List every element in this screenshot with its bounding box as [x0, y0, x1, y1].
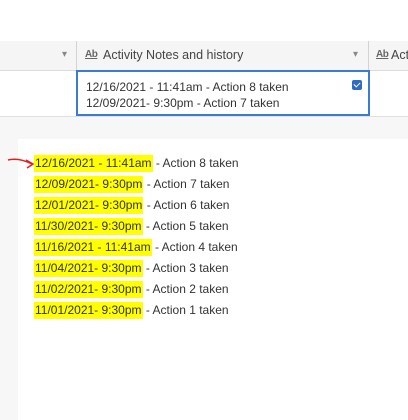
- entry-text: - Action 4 taken: [151, 240, 238, 254]
- left-margin: [0, 139, 18, 420]
- entry-text: - Action 1 taken: [142, 303, 229, 317]
- entry-text: - Action 6 taken: [143, 198, 230, 212]
- grid-row: 12/16/2021 - 11:41am - Action 8 taken 12…: [0, 70, 408, 191]
- annotation-arrow-icon: [7, 158, 35, 169]
- separator-band: [0, 117, 408, 139]
- text-field-icon: Ab: [85, 49, 98, 60]
- grid-header: ▾ Ab Activity Notes and history ▾ Ab Act: [0, 41, 408, 71]
- highlighted-date: 12/01/2021- 9:30pm: [34, 197, 144, 214]
- highlighted-date: 11/04/2021- 9:30pm: [34, 260, 143, 277]
- list-item: 11/30/2021- 9:30pm - Action 5 taken: [34, 217, 229, 237]
- list-item: 12/16/2021 - 11:41am - Action 8 taken: [34, 154, 239, 174]
- grid-cell-previous[interactable]: [0, 71, 77, 116]
- entry-text: - Action 2 taken: [142, 282, 229, 296]
- cell-line: 12/09/2021- 9:30pm - Action 7 taken: [86, 96, 280, 110]
- checkbox-icon[interactable]: [352, 80, 362, 90]
- list-item: 12/01/2021- 9:30pm - Action 6 taken: [34, 196, 229, 216]
- highlighted-date: 12/16/2021 - 11:41am: [34, 155, 153, 172]
- list-item: 11/02/2021- 9:30pm - Action 2 taken: [34, 280, 229, 300]
- highlighted-date: 11/30/2021- 9:30pm: [34, 218, 143, 235]
- entry-text: - Action 7 taken: [143, 177, 230, 191]
- column-title-partial: Act: [391, 48, 408, 62]
- selected-cell-activity-notes[interactable]: 12/16/2021 - 11:41am - Action 8 taken 12…: [76, 70, 370, 116]
- column-header-next[interactable]: Ab Act: [369, 41, 408, 70]
- column-header-activity-notes[interactable]: Ab Activity Notes and history ▾: [77, 41, 369, 70]
- column-title: Activity Notes and history: [103, 48, 244, 62]
- highlighted-date: 11/16/2021 - 11:41am: [34, 239, 152, 256]
- list-item: 12/09/2021- 9:30pm - Action 7 taken: [34, 175, 229, 195]
- cell-line: 12/16/2021 - 11:41am - Action 8 taken: [86, 80, 289, 94]
- list-item: 11/16/2021 - 11:41am - Action 4 taken: [34, 238, 238, 258]
- chevron-down-icon[interactable]: ▾: [353, 49, 358, 60]
- column-header-previous[interactable]: ▾: [0, 41, 77, 70]
- chevron-down-icon[interactable]: ▾: [62, 49, 67, 60]
- text-field-icon: Ab: [376, 49, 389, 60]
- entry-text: - Action 5 taken: [142, 219, 229, 233]
- entry-text: - Action 8 taken: [152, 156, 239, 170]
- entry-text: - Action 3 taken: [142, 261, 229, 275]
- highlighted-date: 12/09/2021- 9:30pm: [34, 176, 144, 193]
- highlighted-date: 11/02/2021- 9:30pm: [34, 281, 143, 298]
- list-item: 11/01/2021- 9:30pm - Action 1 taken: [34, 301, 229, 321]
- highlighted-date: 11/01/2021- 9:30pm: [34, 302, 143, 319]
- list-item: 11/04/2021- 9:30pm - Action 3 taken: [34, 259, 229, 279]
- top-bar: [0, 0, 408, 42]
